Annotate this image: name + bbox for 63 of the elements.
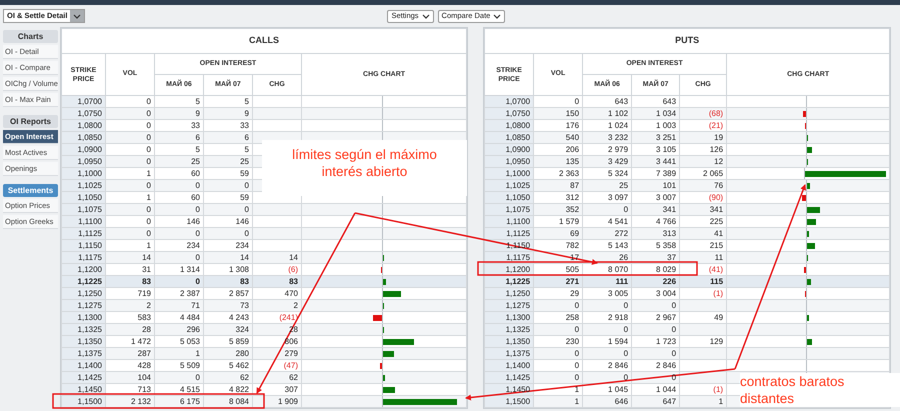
table-cell: 1,0850 [484,132,534,144]
table-cell: 1,1150 [62,240,106,252]
table-cell: 1,1500 [62,396,106,408]
table-cell: 1,0750 [484,108,534,120]
table-cell: 1,1325 [62,324,106,336]
chevron-down-icon [422,14,430,18]
table-cell: 1,1075 [62,204,106,216]
table-cell: 1,1275 [62,300,106,312]
table-cell: 1,0800 [484,120,534,132]
table-cell: 1,1175 [62,252,106,264]
table-title: PUTS [484,28,890,54]
table-cell: 1 [534,396,583,408]
table-cell: 1,1000 [484,168,534,180]
table-cell: 2 132 [106,396,154,408]
table-cell: 1,0850 [62,132,106,144]
chevron-down-icon [73,14,82,18]
table-cell: 1,1100 [484,216,534,228]
table-cell: 1,1125 [484,228,534,240]
table-cell: 1,0900 [62,144,106,156]
table-cell: 1 [680,396,727,408]
table-cell: 1,0950 [62,156,106,168]
table-cell: 1,1250 [484,288,534,300]
table-cell: 1,1125 [62,228,106,240]
table-cell: 1,1350 [62,336,106,348]
table-cell: 1 909 [252,396,302,408]
table-cell: 1,1400 [484,360,534,372]
table-cell: 1,0700 [62,96,106,108]
table-cell: 1,1375 [484,348,534,360]
table-cell: 647 [632,396,680,408]
table-cell: 1,1000 [62,168,106,180]
table-cell: 1,0900 [484,144,534,156]
table-cell: 1,1100 [62,216,106,228]
table-cell: 1,1300 [484,312,534,324]
table-cell: 1,1250 [62,288,106,300]
section-header: Settlements [3,184,58,197]
table-cell: 1,1400 [62,360,106,372]
table-cell: 1,1500 [484,396,534,408]
table-cell: 1,1350 [484,336,534,348]
table-cell: 1,1375 [62,348,106,360]
table-cell: 1,0950 [484,156,534,168]
section-header: Charts [3,30,58,43]
section-header: OI Reports [3,115,58,128]
table-cell: 1,1050 [484,192,534,204]
table-cell: 1,1300 [62,312,106,324]
table-cell: 646 [582,396,632,408]
table-cell: 1,0700 [484,96,534,108]
table-cell: 1,1200 [62,264,106,276]
table-cell: 1,0800 [62,120,106,132]
table-title: CALLS [62,28,467,54]
table-cell: 1,1425 [62,372,106,384]
table-cell: 1,1050 [62,192,106,204]
table-cell: 1,1275 [484,300,534,312]
chevron-down-icon [493,14,502,18]
annotation-note: contratos baratos distantes [740,373,900,407]
annotation-note: límites según el máximo interés abierto [262,140,467,196]
table-cell: 1,1025 [62,180,106,192]
table-cell: 1,0750 [62,108,106,120]
table-cell: 8 084 [204,396,252,408]
table-cell: 1,1075 [484,204,534,216]
table-cell: 1,1025 [484,180,534,192]
table-cell: 6 175 [154,396,204,408]
table-cell: 1,1425 [484,372,534,384]
table-cell: 1,1325 [484,324,534,336]
